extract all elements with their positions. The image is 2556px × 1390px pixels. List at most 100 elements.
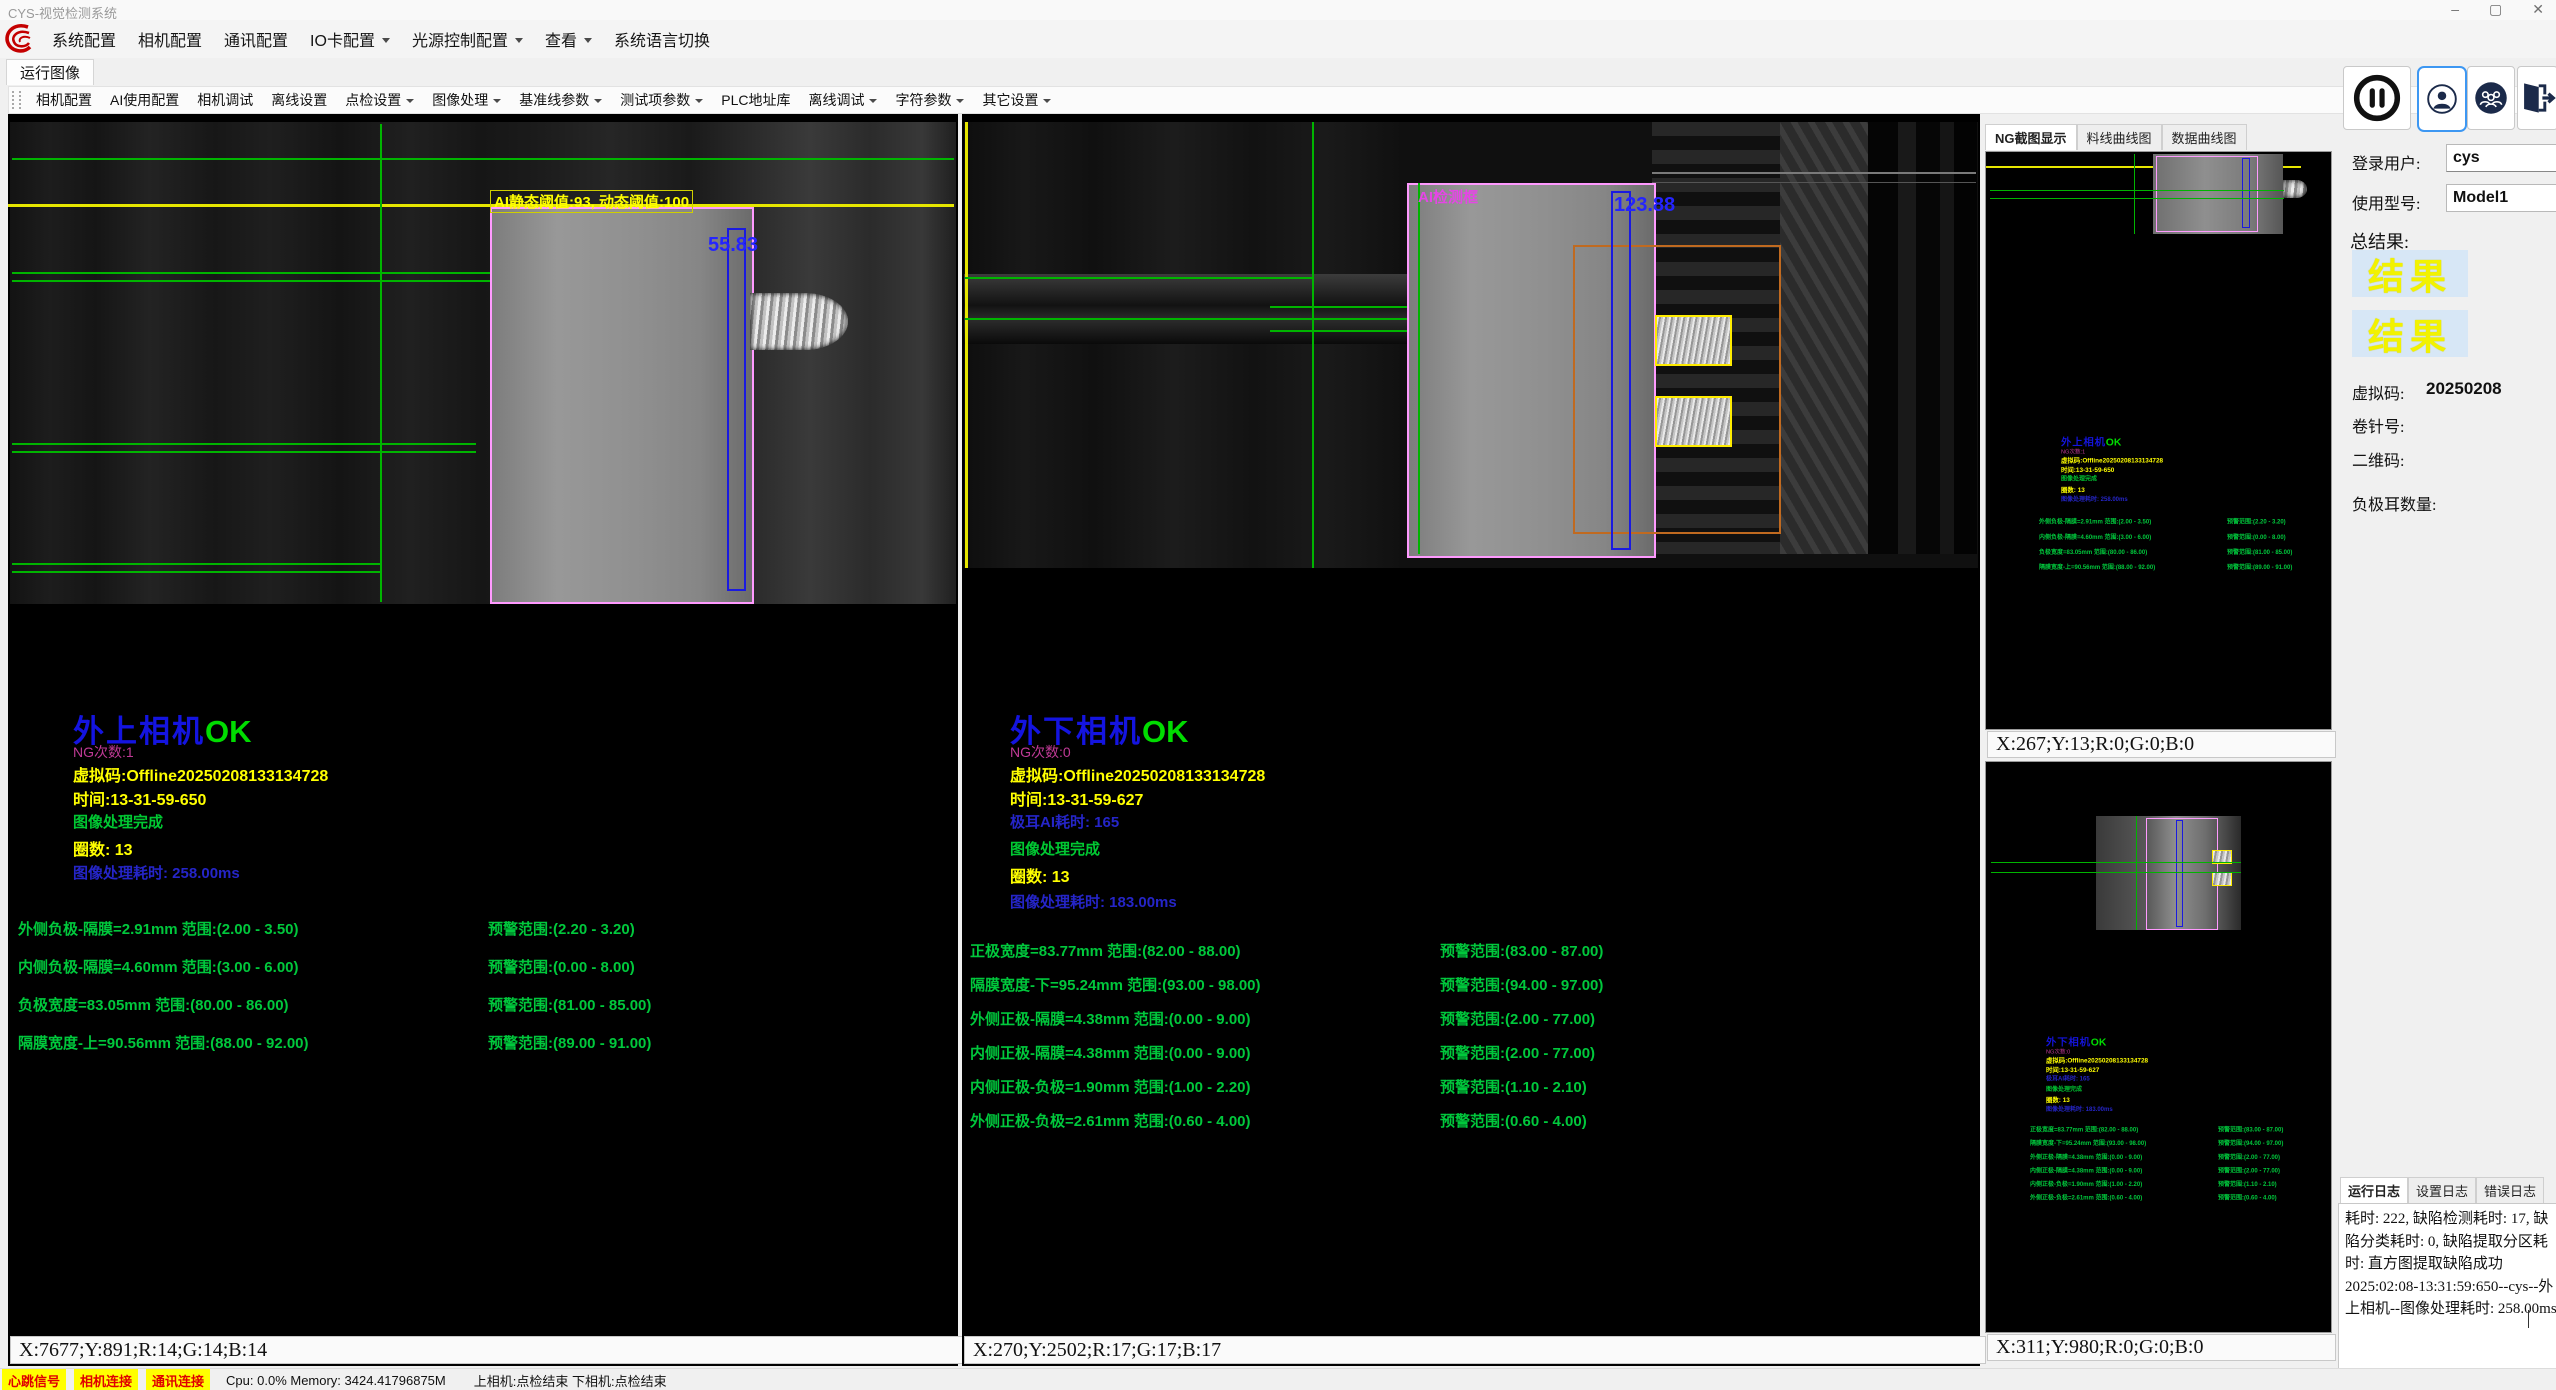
preview-bottom-coordinate-bar: X:311;Y:980;R:0;G:0;B:0 — [1987, 1334, 2336, 1361]
spindle-number-label: 卷针号: — [2352, 413, 2404, 437]
menu-comm-config[interactable]: 通讯配置 — [213, 20, 299, 58]
ng-preview-bottom[interactable]: 外下相机OK NG次数:0 虚拟码:Offline202502081331347… — [1985, 761, 2332, 1333]
status-bar: 心跳信号 相机连接 通讯连接 Cpu: 0.0% Memory: 3424.41… — [0, 1368, 2556, 1390]
process-done-line: 图像处理完成 — [73, 811, 163, 832]
menu-view[interactable]: 查看 — [534, 20, 603, 58]
preview-top-coordinate-bar: X:267;Y:13;R:0;G:0;B:0 — [1987, 731, 2336, 758]
tool-offline-debug[interactable]: 离线调试 — [799, 90, 886, 110]
tool-image-processing[interactable]: 图像处理 — [423, 90, 510, 110]
tab-ng-screenshot[interactable]: NG截图显示 — [1985, 124, 2077, 150]
gauge-value: 55.83 — [708, 234, 758, 257]
tool-test-item-params[interactable]: 测试项参数 — [611, 90, 712, 110]
heartbeat-badge: 心跳信号 — [2, 1369, 66, 1390]
tab-detect-box — [1655, 396, 1732, 447]
tab-line-curve[interactable]: 料线曲线图 — [2077, 124, 2162, 150]
tool-spot-check-settings[interactable]: 点检设置 — [336, 90, 423, 110]
secondary-toolbar: 相机配置 AI使用配置 相机调试 离线设置 点检设置 图像处理 基准线参数 测试… — [8, 86, 2549, 114]
ng-preview-top[interactable]: 外上相机OK NG次数:1 虚拟码:Offline202502081331347… — [1985, 151, 2332, 730]
overlay-line — [2136, 816, 2137, 930]
tab-run-log[interactable]: 运行日志 — [2340, 1177, 2408, 1203]
tab-settings-log[interactable]: 设置日志 — [2408, 1177, 2476, 1203]
overlay-line — [12, 571, 380, 573]
ai-cost-line: 极耳AI耗时: 165 — [1010, 811, 1119, 832]
menu-light-control-config[interactable]: 光源控制配置 — [401, 20, 534, 58]
result-box-1: 结果 — [2352, 250, 2468, 297]
maximize-icon[interactable]: ▢ — [2489, 1, 2502, 18]
electrode-tab — [750, 293, 848, 350]
toolbar-grip-handle[interactable] — [12, 91, 21, 109]
measurement-row: 外侧负极-隔膜=2.91mm 范围:(2.00 - 3.50) 预警范围:(2.… — [18, 918, 918, 936]
pause-icon — [2351, 72, 2403, 124]
process-cost-line: 图像处理耗时: 183.00ms — [1010, 891, 1177, 912]
tool-char-params[interactable]: 字符参数 — [886, 90, 973, 110]
virtual-code-line: 虚拟码:Offline20250208133134728 — [1010, 762, 1265, 786]
menu-io-card-config[interactable]: IO卡配置 — [299, 20, 401, 58]
tool-baseline-params[interactable]: 基准线参数 — [510, 90, 611, 110]
left-camera-view[interactable]: AI静态阈值:93, 动态阈值:100 55.83 外上相机OK NG次数:1 … — [8, 114, 958, 1366]
tool-camera-debug[interactable]: 相机调试 — [188, 90, 262, 110]
users-group-button[interactable] — [2467, 66, 2515, 130]
negative-tab-count-label: 负极耳数量: — [2352, 491, 2436, 515]
tool-plc-address-lib[interactable]: PLC地址库 — [712, 90, 799, 110]
tool-offline-settings[interactable]: 离线设置 — [262, 90, 336, 110]
tab-error-log[interactable]: 错误日志 — [2476, 1177, 2544, 1203]
machinery-texture — [1868, 122, 1977, 554]
model-input[interactable]: Model1 — [2446, 184, 2556, 212]
overlay-line — [1418, 183, 1420, 554]
dropdown-caret-icon — [695, 99, 703, 103]
ng-count: NG次数:1 — [73, 742, 134, 762]
tab-data-curve[interactable]: 数据曲线图 — [2162, 124, 2247, 150]
overlay-line — [380, 124, 382, 602]
loop-count-line: 圈数: 13 — [1010, 863, 1070, 887]
measurement-row: 正极宽度=83.77mm 范围:(82.00 - 88.00) 预警范围:(83… — [970, 940, 1870, 958]
logout-button[interactable] — [2517, 66, 2556, 130]
overlay-line — [8, 204, 954, 207]
machinery-highlight — [1652, 172, 1976, 174]
result-box-2: 结果 — [2352, 310, 2468, 357]
measurement-row: 隔膜宽度-下=95.24mm 范围:(93.00 - 98.00) 预警范围:(… — [970, 974, 1870, 992]
virtual-code-line: 虚拟码:Offline20250208133134728 — [73, 762, 328, 786]
logout-icon — [2518, 78, 2556, 118]
login-user-input[interactable]: cys — [2446, 144, 2556, 172]
menu-bar: 系统配置 相机配置 通讯配置 IO卡配置 光源控制配置 查看 系统语言切换 — [0, 20, 2556, 58]
log-tab-strip: 运行日志 设置日志 错误日志 — [2340, 1181, 2544, 1203]
overlay-line — [965, 277, 1312, 279]
measure-rect — [2242, 158, 2250, 228]
dropdown-caret-icon — [406, 99, 414, 103]
tab-detect-box — [2212, 872, 2232, 886]
user-button[interactable] — [2417, 66, 2467, 132]
overlay-line — [12, 272, 490, 274]
tool-other-settings[interactable]: 其它设置 — [973, 90, 1060, 110]
time-line: 时间:13-31-59-650 — [73, 786, 206, 810]
time-line: 时间:13-31-59-627 — [1010, 786, 1143, 810]
menu-system-config[interactable]: 系统配置 — [41, 20, 127, 58]
tab-run-image[interactable]: 运行图像 — [6, 59, 94, 85]
menu-camera-config[interactable]: 相机配置 — [127, 20, 213, 58]
run-log-textarea[interactable]: 耗时: 222, 缺陷检测耗时: 17, 缺陷分类耗时: 0, 缺陷提取分区耗时… — [2338, 1203, 2556, 1390]
measure-rect — [727, 228, 746, 591]
minimize-icon[interactable]: – — [2451, 1, 2459, 18]
tool-camera-config[interactable]: 相机配置 — [27, 90, 101, 110]
users-group-icon — [2473, 80, 2509, 116]
process-done-line: 图像处理完成 — [1010, 838, 1100, 859]
measure-rect — [2176, 820, 2183, 927]
measurement-row: 内侧正极-负极=1.90mm 范围:(1.00 - 2.20) 预警范围:(1.… — [970, 1076, 1870, 1094]
left-coordinate-bar: X:7677;Y:891;R:14;G:14;B:14 — [10, 1336, 964, 1364]
camera-status: OK — [1142, 714, 1189, 749]
camera-check-status: 上相机:点检结束 下相机:点检结束 — [474, 1371, 667, 1390]
overlay-line — [12, 158, 954, 160]
center-coordinate-bar: X:270;Y:2502;R:17;G:17;B:17 — [964, 1336, 1986, 1364]
login-user-label: 登录用户: — [2352, 150, 2420, 174]
dropdown-caret-icon — [515, 38, 523, 43]
virtual-code-label: 虚拟码: — [2352, 380, 2404, 404]
menu-language-switch[interactable]: 系统语言切换 — [603, 20, 721, 58]
dropdown-caret-icon — [382, 38, 390, 43]
ai-detect-rect — [1573, 245, 1781, 534]
center-camera-view[interactable]: AI检测框 123.88 外下相机OK NG次数:0 虚拟码:Offline20… — [962, 114, 1980, 1366]
close-icon[interactable]: ✕ — [2532, 1, 2544, 18]
tool-ai-usage-config[interactable]: AI使用配置 — [101, 90, 188, 110]
overlay-line — [12, 451, 476, 453]
loop-count-line: 圈数: 13 — [73, 836, 133, 860]
ai-box-label: AI检测框 — [1418, 186, 1478, 207]
pause-button[interactable] — [2343, 66, 2411, 130]
